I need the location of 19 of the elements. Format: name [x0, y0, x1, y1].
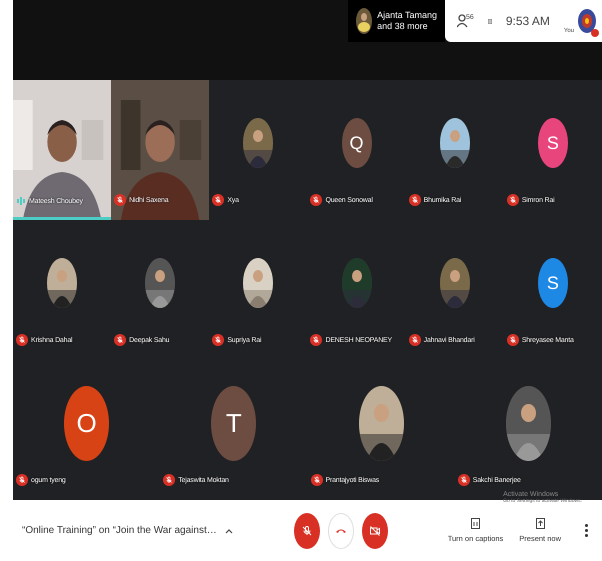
mic-off-icon — [300, 524, 313, 536]
captions-icon — [471, 518, 480, 529]
letter-avatar: Q — [342, 118, 372, 168]
letter-avatar: T — [211, 386, 256, 460]
caret-icon — [224, 528, 233, 534]
clock-time: 9:53 AM — [506, 14, 550, 28]
letter-avatar: S — [538, 258, 568, 308]
microphone-button[interactable] — [294, 512, 320, 548]
presenter-name: Ajanta Tamang — [377, 10, 437, 21]
letter-avatar: S — [538, 118, 568, 168]
phone-icon — [334, 526, 347, 534]
presenter-chip[interactable]: Ajanta Tamang and 38 more — [348, 0, 445, 42]
more-count: and 38 more — [377, 21, 429, 32]
present-icon — [536, 518, 545, 529]
meeting-details-button[interactable]: “Online Training” on “Join the War against… — [22, 525, 252, 536]
camera-off-icon — [368, 524, 381, 536]
more-icon — [585, 524, 588, 537]
letter-avatar: O — [64, 386, 110, 460]
camera-button[interactable] — [362, 512, 388, 548]
